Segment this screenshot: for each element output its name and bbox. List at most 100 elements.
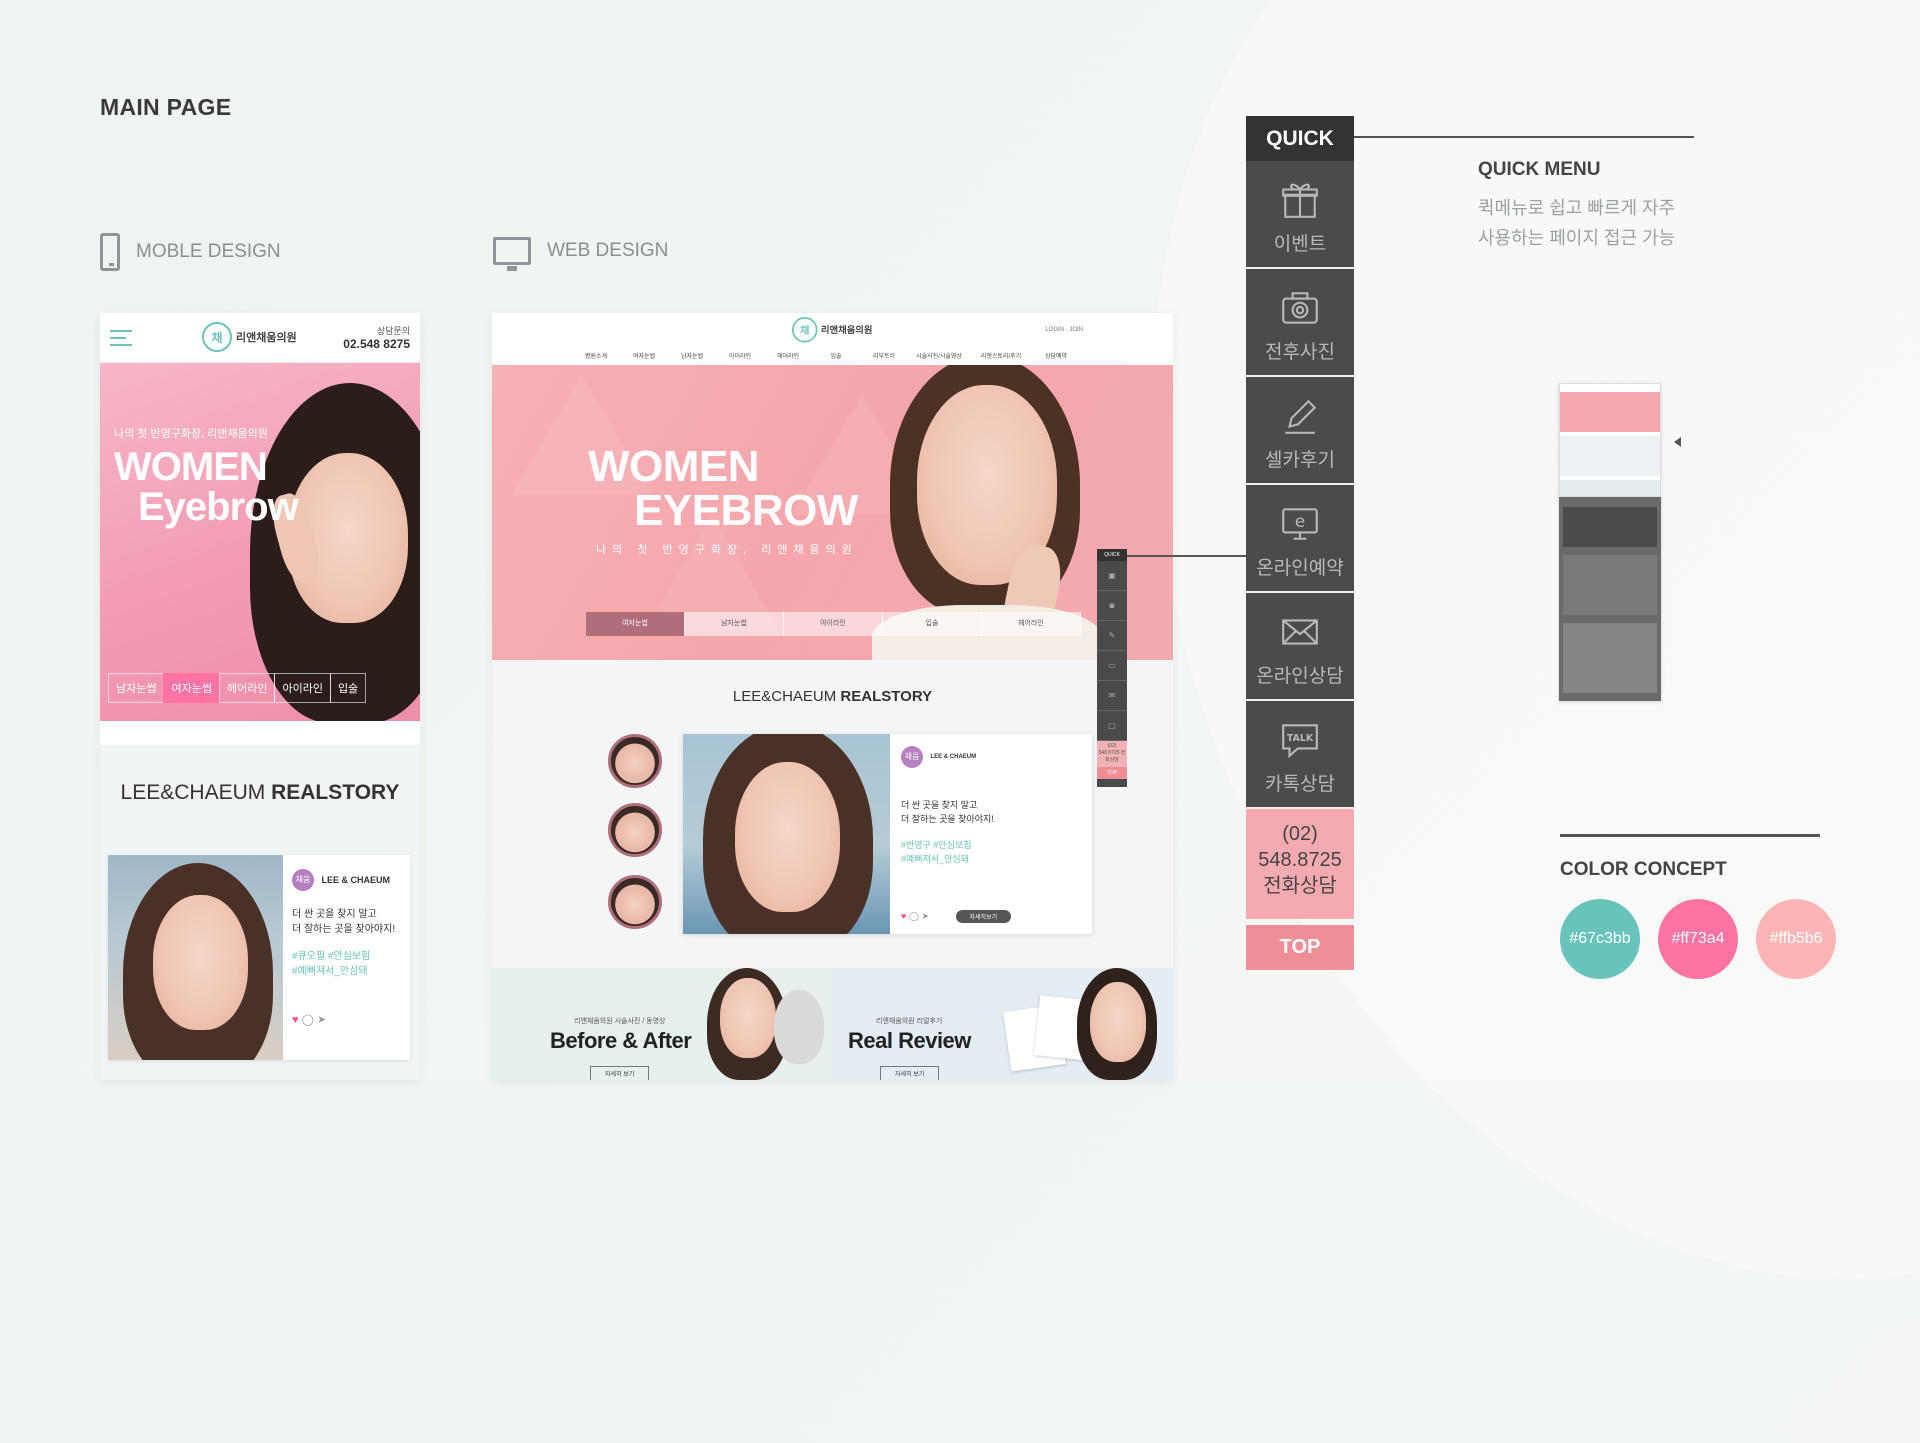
mini-mail-icon[interactable]: ✉ [1097, 681, 1127, 711]
web-hero-subtitle: 나의 첫 반영구화장, 리앤채움의원 [596, 544, 858, 556]
quick-menu-desc-line1: 퀵메뉴로 쉽고 빠르게 자주 [1478, 198, 1676, 218]
preview-banners [1560, 480, 1660, 496]
quick-item-photos[interactable]: 전후사진 [1246, 269, 1354, 377]
tab-hairline[interactable]: 헤어라인 [982, 612, 1081, 636]
mobile-logo[interactable]: 채 리앤채움의원 [202, 322, 297, 352]
call-label: 전화상담 [1263, 875, 1337, 897]
story-body-line2: 더 잘하는 곳을 찾아야지! [292, 924, 396, 935]
login-join-link[interactable]: LOGIN · JOIN [1045, 327, 1083, 333]
web-header: 채 리앤채움의원 LOGIN · JOIN 병원소개 여자눈썹 남자눈썹 아이라… [492, 313, 1173, 366]
nav-item[interactable]: 아이라인 [716, 351, 764, 360]
mail-icon [1246, 593, 1354, 655]
mini-call[interactable]: (02) 548.8725 전화상담 [1097, 741, 1127, 767]
nav-item[interactable]: 리부트러 [860, 351, 908, 360]
quick-item-event[interactable]: 이벤트 [1246, 161, 1354, 269]
story-card[interactable]: 채움 LEE & CHAEUM 더 싼 곳을 찾지 말고 더 잘하는 곳을 찾아… [108, 855, 410, 1060]
mobile-realstory-section: LEE&CHAEUM REALSTORY 채움 LEE & CHAEUM 더 싼… [100, 745, 420, 1080]
tab-eyeline[interactable]: 아이라인 [784, 612, 883, 636]
story-thumbnail[interactable] [608, 875, 662, 929]
phone-icon [100, 233, 120, 271]
share-icon[interactable]: ➤ [317, 1014, 326, 1026]
contact-phone: 02.548 8275 [343, 337, 410, 351]
quick-panel: QUICK 이벤트 전후사진 셀카후기 e 온라인예약 온라인상담 TALK 카… [1246, 116, 1354, 970]
mobile-mockup: 채 리앤채움의원 상담문의 02.548 8275 나의 첫 반영구화장, 리앤… [100, 313, 420, 1080]
story-tags: #큐오필 #안심보험 #예뻐져서_안심돼 [292, 949, 404, 979]
comment-icon[interactable]: ◯ [302, 1014, 314, 1026]
web-brand-name: LEE & CHAEUM [930, 754, 977, 760]
nav-item[interactable]: 상담예약 [1032, 351, 1080, 360]
rr-big-text: Real Review [848, 1028, 971, 1053]
swatch-pink: #ff73a4 [1658, 899, 1738, 979]
realstory-title: LEE&CHAEUM REALSTORY [100, 781, 420, 805]
share-icon[interactable]: ➤ [921, 911, 929, 921]
mobile-contact[interactable]: 상담문의 02.548 8275 [343, 324, 410, 351]
web-quick-menu-mini: QUICK ▣ ◙ ✎ ▭ ✉ ▢ (02) 548.8725 전화상담 TOP [1097, 549, 1127, 787]
tab-men-eyebrow[interactable]: 남자눈썹 [108, 673, 165, 703]
web-logo[interactable]: 채 리앤채움의원 [792, 317, 873, 343]
preview-grid [1563, 555, 1657, 615]
hamburger-menu-icon[interactable] [110, 329, 132, 346]
preview-footer [1563, 623, 1657, 693]
tab-lips[interactable]: 입술 [329, 673, 367, 703]
quick-top-button[interactable]: TOP [1246, 925, 1354, 970]
nav-item[interactable]: 헤어라인 [764, 351, 812, 360]
hero-subtitle: 나의 첫 반영구화장, 리앤채움의원 [114, 428, 268, 440]
preview-story [1560, 436, 1660, 476]
mini-pencil-icon[interactable]: ✎ [1097, 621, 1127, 651]
web-story-tags-line2: #예뻐져서_안심돼 [901, 854, 969, 864]
tab-lips[interactable]: 입술 [883, 612, 982, 636]
comment-icon[interactable]: ◯ [909, 911, 919, 921]
web-nav: 병원소개 여자눈썹 남자눈썹 아이라인 헤어라인 입술 리부트러 시술사진/시술… [572, 351, 1080, 360]
nav-item[interactable]: 여자눈썹 [620, 351, 668, 360]
web-category-tabs: 여자눈썹 남자눈썹 아이라인 입술 헤어라인 [586, 612, 1081, 636]
preview-hero [1560, 392, 1660, 432]
svg-text:e: e [1295, 511, 1305, 531]
tab-eyeline[interactable]: 아이라인 [274, 673, 331, 703]
quick-label: 카톡상담 [1265, 774, 1335, 795]
quick-menu-desc-line2: 사용하는 페이지 접근 가능 [1478, 228, 1676, 248]
contact-label: 상담문의 [376, 326, 410, 336]
mini-camera-icon[interactable]: ◙ [1097, 591, 1127, 621]
web-hero-title-line2: EYEBROW [634, 486, 858, 535]
web-mockup: 채 리앤채움의원 LOGIN · JOIN 병원소개 여자눈썹 남자눈썹 아이라… [492, 313, 1173, 1080]
before-after-banner[interactable]: 리앤채움의원 시술사진 / 동영상 Before & After 자세히 보기 [492, 968, 832, 1080]
real-review-banner[interactable]: 리앤채움의원 리얼후기 Real Review 자세히 보기 [832, 968, 1173, 1080]
quick-item-online-consult[interactable]: 온라인상담 [1246, 593, 1354, 701]
nav-item[interactable]: 병원소개 [572, 351, 620, 360]
web-hero-banner: WOMEN EYEBROW 나의 첫 반영구화장, 리앤채움의원 여자눈썹 남자… [492, 365, 1173, 660]
quick-item-kakao-talk[interactable]: TALK 카톡상담 [1246, 701, 1354, 809]
tab-women-eyebrow[interactable]: 여자눈썹 [163, 673, 220, 703]
heart-icon[interactable]: ♥ [901, 911, 906, 921]
mini-top[interactable]: TOP [1097, 767, 1127, 779]
nav-item[interactable]: 남자눈썹 [668, 351, 716, 360]
mini-gift-icon[interactable]: ▣ [1097, 561, 1127, 591]
connector-line [1127, 555, 1247, 557]
quick-call-button[interactable]: (02) 548.8725 전화상담 [1246, 809, 1354, 919]
mini-monitor-icon[interactable]: ▭ [1097, 651, 1127, 681]
rr-more-button[interactable]: 자세히 보기 [880, 1066, 940, 1080]
more-button[interactable]: 자세히보기 [955, 910, 1012, 923]
story-thumbnail[interactable] [608, 803, 662, 857]
ba-small-text: 리앤채움의원 시술사진 / 동영상 [574, 1018, 666, 1025]
nav-item[interactable]: 입술 [812, 351, 860, 360]
mini-talk-icon[interactable]: ▢ [1097, 711, 1127, 741]
quick-item-online-booking[interactable]: e 온라인예약 [1246, 485, 1354, 593]
brand-badge: 채움 [292, 869, 314, 891]
quick-item-selfie-review[interactable]: 셀카후기 [1246, 377, 1354, 485]
tab-hairline[interactable]: 헤어라인 [218, 673, 276, 703]
story-photo [108, 855, 283, 1060]
story-thumbnail[interactable] [608, 734, 662, 788]
ba-more-button[interactable]: 자세히 보기 [590, 1066, 650, 1080]
mobile-design-text: MOBLE DESIGN [136, 241, 281, 262]
web-story-card[interactable]: 채움 LEE & CHAEUM 더 싼 곳을 찾지 말고 더 잘하는 곳을 찾아… [683, 734, 1092, 934]
swatch-light-pink: #ffb5b6 [1756, 899, 1836, 979]
tab-women-eyebrow[interactable]: 여자눈썹 [586, 612, 685, 636]
nav-item[interactable]: 리앤스토리/후기 [970, 351, 1032, 360]
pencil-icon [1246, 377, 1354, 439]
web-logo-mark-icon: 채 [792, 317, 818, 343]
web-realstory-title-light: LEE&CHAEUM [732, 688, 837, 705]
heart-icon[interactable]: ♥ [292, 1014, 299, 1026]
mobile-design-label: MOBLE DESIGN [100, 233, 281, 271]
tab-men-eyebrow[interactable]: 남자눈썹 [685, 612, 784, 636]
nav-item[interactable]: 시술사진/시술영상 [908, 351, 970, 360]
